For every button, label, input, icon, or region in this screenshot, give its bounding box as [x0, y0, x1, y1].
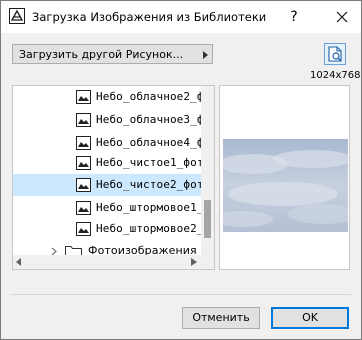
footer-separator — [11, 294, 351, 295]
close-icon[interactable] — [332, 7, 352, 27]
window-title: Загрузка Изображения из Библиотеки — [32, 10, 267, 24]
app-logo-icon — [9, 8, 25, 24]
image-file-icon — [76, 156, 91, 170]
load-other-image-label: Загрузить другой Рисунок... — [19, 48, 184, 61]
library-tree[interactable]: Небо_облачное2_ф Небо_облачное3_ф Небо_о… — [12, 85, 215, 270]
image-file-icon — [76, 136, 91, 150]
load-other-image-dropdown[interactable]: Загрузить другой Рисунок... — [12, 44, 213, 64]
help-button[interactable]: ? — [284, 7, 304, 27]
vertical-scrollbar[interactable] — [201, 86, 214, 255]
image-info-icon[interactable] — [324, 43, 346, 65]
tree-item-label: Небо_штормовое1_ — [96, 201, 204, 214]
tree-item[interactable]: Небо_штормовое1_ — [13, 197, 204, 219]
image-preview-panel — [219, 85, 350, 270]
image-file-icon — [76, 178, 91, 192]
image-resolution: 1024x768 — [310, 70, 361, 81]
chevron-right-icon — [203, 51, 208, 59]
image-file-icon — [76, 113, 91, 127]
scroll-right-icon[interactable] — [191, 258, 197, 266]
image-file-icon — [76, 222, 91, 236]
image-file-icon — [76, 201, 91, 215]
tree-item-label: Небо_чистое2_фот — [96, 178, 204, 191]
cancel-button[interactable]: Отменить — [182, 307, 260, 329]
tree-item[interactable]: Небо_облачное3_ф — [13, 109, 204, 131]
sky-preview-image — [223, 139, 348, 232]
title-bar: Загрузка Изображения из Библиотеки ? — [1, 1, 361, 33]
tree-item-label: Небо_облачное3_ф — [96, 113, 204, 126]
tree-item-label: Небо_штормовое2_ — [96, 222, 204, 235]
horizontal-scrollbar[interactable] — [13, 255, 214, 269]
image-file-icon — [76, 90, 91, 104]
ok-button[interactable]: OK — [271, 307, 349, 329]
dialog: Загрузка Изображения из Библиотеки ? Заг… — [0, 0, 362, 340]
tree-item-label: Небо_облачное4_ф — [96, 136, 204, 149]
vertical-scroll-thumb[interactable] — [204, 200, 211, 238]
tree-item-label: Небо_облачное2_ф — [96, 90, 204, 103]
tree-item-label: Небо_чистое1_фото — [96, 156, 211, 169]
scroll-left-icon[interactable] — [16, 258, 22, 266]
tree-item-selected[interactable]: Небо_чистое2_фот — [13, 174, 204, 196]
tree-item[interactable]: Небо_чистое1_фото — [13, 152, 210, 174]
tree-item[interactable]: Небо_облачное4_ф — [13, 132, 204, 154]
tree-item[interactable]: Небо_облачное2_ф — [13, 86, 204, 108]
tree-item[interactable]: Небо_штормовое2_ — [13, 218, 204, 240]
